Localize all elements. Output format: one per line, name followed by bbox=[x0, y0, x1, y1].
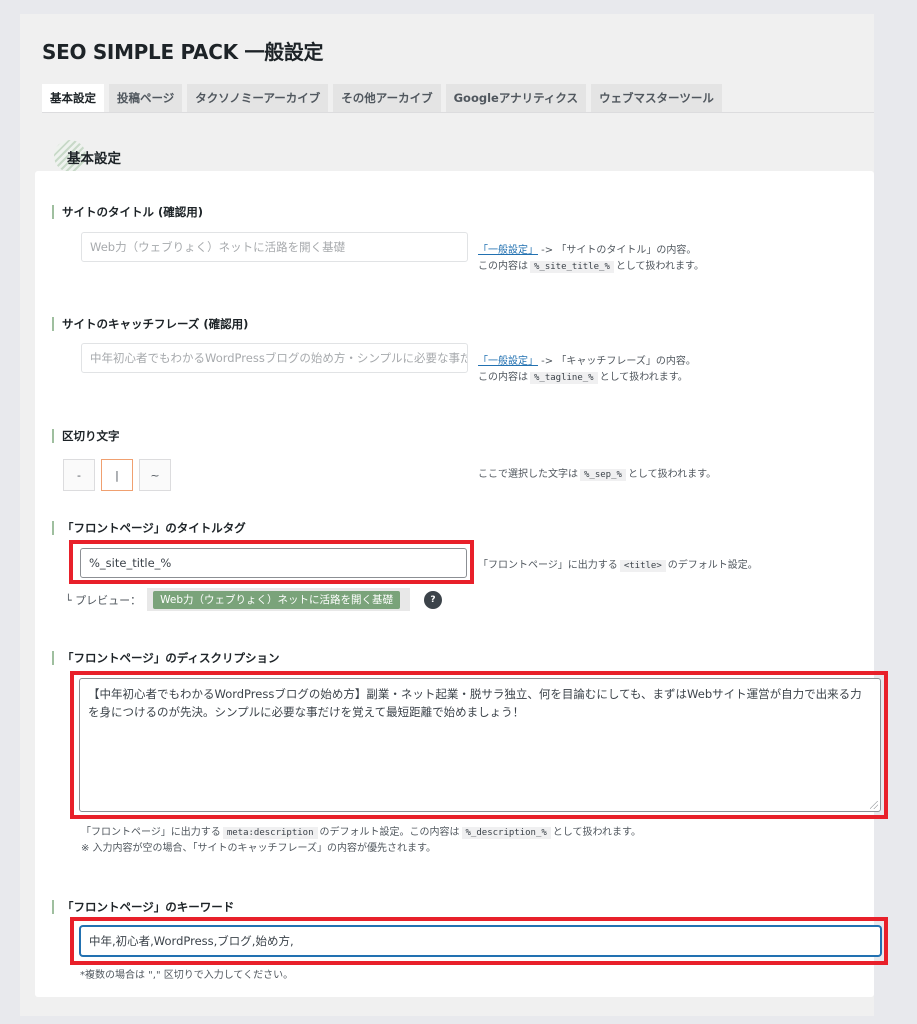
help-text: -> 「キャッチフレーズ」の内容。 bbox=[538, 356, 696, 367]
help-text: として扱われます。 bbox=[552, 827, 641, 838]
general-settings-link[interactable]: 「一般設定」 bbox=[478, 245, 538, 256]
separator-option-pipe[interactable]: | bbox=[101, 459, 133, 491]
settings-tabs: 基本設定 投稿ページ タクソノミーアーカイブ その他アーカイブ Googleアナ… bbox=[42, 84, 874, 113]
tab-google-analytics[interactable]: Googleアナリティクス bbox=[445, 84, 587, 112]
separator-help: ここで選択した文字は %_sep_% として扱われます。 bbox=[478, 467, 716, 483]
help-text: として扱われます。 bbox=[615, 261, 705, 272]
site-title-label: サイトのタイトル (確認用) bbox=[52, 205, 203, 219]
resize-handle-icon[interactable] bbox=[870, 801, 878, 809]
front-title-input[interactable]: %_site_title_% bbox=[80, 548, 467, 578]
front-description-textarea[interactable]: 【中年初心者でもわかるWordPressブログの始め方】副業・ネット起業・脱サラ… bbox=[79, 678, 881, 812]
help-text: のデフォルト設定。この内容は bbox=[319, 827, 460, 838]
page-title: SEO SIMPLE PACK 一般設定 bbox=[42, 40, 324, 64]
general-settings-link[interactable]: 「一般設定」 bbox=[478, 356, 538, 367]
tagline-input[interactable]: 中年初心者でもわかるWordPressブログの始め方・シンプルに必要な事だけ bbox=[81, 343, 468, 373]
front-title-help: 「フロントページ」に出力する <title> のデフォルト設定。 bbox=[478, 558, 758, 574]
tab-taxonomy-archive[interactable]: タクソノミーアーカイブ bbox=[187, 84, 329, 112]
separator-label: 区切り文字 bbox=[52, 429, 120, 443]
front-keywords-label: 「フロントページ」のキーワード bbox=[52, 900, 234, 914]
preview-title: Web力（ウェブりょく）ネットに活路を開く基礎 bbox=[153, 591, 401, 609]
front-keywords-input[interactable]: 中年,初心者,WordPress,ブログ,始め方, bbox=[80, 926, 881, 956]
separator-variable: %_sep_% bbox=[580, 469, 626, 481]
help-text: 「フロントページ」に出力する bbox=[81, 827, 221, 838]
title-tag-code: <title> bbox=[619, 560, 666, 572]
help-text: のデフォルト設定。 bbox=[667, 560, 758, 571]
preview-label: └ プレビュー： bbox=[65, 593, 142, 607]
help-text: として扱われます。 bbox=[599, 372, 688, 383]
section-heading: 基本設定 bbox=[54, 140, 121, 174]
help-text: この内容は bbox=[478, 372, 528, 383]
help-text: ここで選択した文字は bbox=[478, 469, 578, 480]
settings-card: サイトのタイトル (確認用) Web力（ウェブりょく）ネットに活路を開く基礎 「… bbox=[35, 171, 888, 997]
front-keywords-note: *複数の場合は "," 区切りで入力してください。 bbox=[80, 970, 294, 981]
separator-option-tilde[interactable]: ~ bbox=[139, 459, 171, 491]
empty-input-note: ※ 入力内容が空の場合、「サイトのキャッチフレーズ」の内容が優先されます。 bbox=[81, 843, 437, 854]
tagline-label: サイトのキャッチフレーズ (確認用) bbox=[52, 317, 248, 331]
tagline-help: 「一般設定」 -> 「キャッチフレーズ」の内容。 この内容は %_tagline_… bbox=[478, 354, 696, 386]
tab-post-page[interactable]: 投稿ページ bbox=[109, 84, 183, 112]
help-text: として扱われます。 bbox=[627, 469, 717, 480]
tagline-variable: %_tagline_% bbox=[530, 372, 598, 384]
help-question-icon[interactable]: ? bbox=[424, 590, 443, 609]
front-description-label: 「フロントページ」のディスクリプション bbox=[52, 651, 279, 665]
site-title-variable: %_site_title_% bbox=[530, 261, 614, 273]
separator-option-hyphen[interactable]: - bbox=[63, 459, 95, 491]
site-title-help: 「一般設定」 -> 「サイトのタイトル」の内容。 この内容は %_site_tit… bbox=[478, 243, 704, 275]
site-title-input[interactable]: Web力（ウェブりょく）ネットに活路を開く基礎 bbox=[81, 232, 468, 262]
description-variable: %_description_% bbox=[461, 827, 551, 839]
tab-basic-settings[interactable]: 基本設定 bbox=[42, 84, 104, 112]
tab-webmaster-tools[interactable]: ウェブマスターツール bbox=[591, 84, 722, 112]
help-text: 「フロントページ」に出力する bbox=[478, 560, 618, 571]
separator-options: - | ~ bbox=[63, 459, 171, 491]
front-description-value: 【中年初心者でもわかるWordPressブログの始め方】副業・ネット起業・脱サラ… bbox=[88, 687, 862, 719]
preview-box: Web力（ウェブりょく）ネットに活路を開く基礎 bbox=[147, 588, 411, 611]
meta-description-code: meta:description bbox=[222, 827, 318, 839]
front-title-preview: └ プレビュー： Web力（ウェブりょく）ネットに活路を開く基礎 ? bbox=[65, 588, 443, 611]
tab-other-archive[interactable]: その他アーカイブ bbox=[333, 84, 441, 112]
section-title: 基本設定 bbox=[67, 151, 121, 167]
help-text: この内容は bbox=[478, 261, 528, 272]
help-text: -> 「サイトのタイトル」の内容。 bbox=[538, 245, 697, 256]
front-title-label: 「フロントページ」のタイトルタグ bbox=[52, 521, 246, 535]
front-description-notes: 「フロントページ」に出力する meta:description のデフォルト設定。こ… bbox=[81, 825, 641, 857]
